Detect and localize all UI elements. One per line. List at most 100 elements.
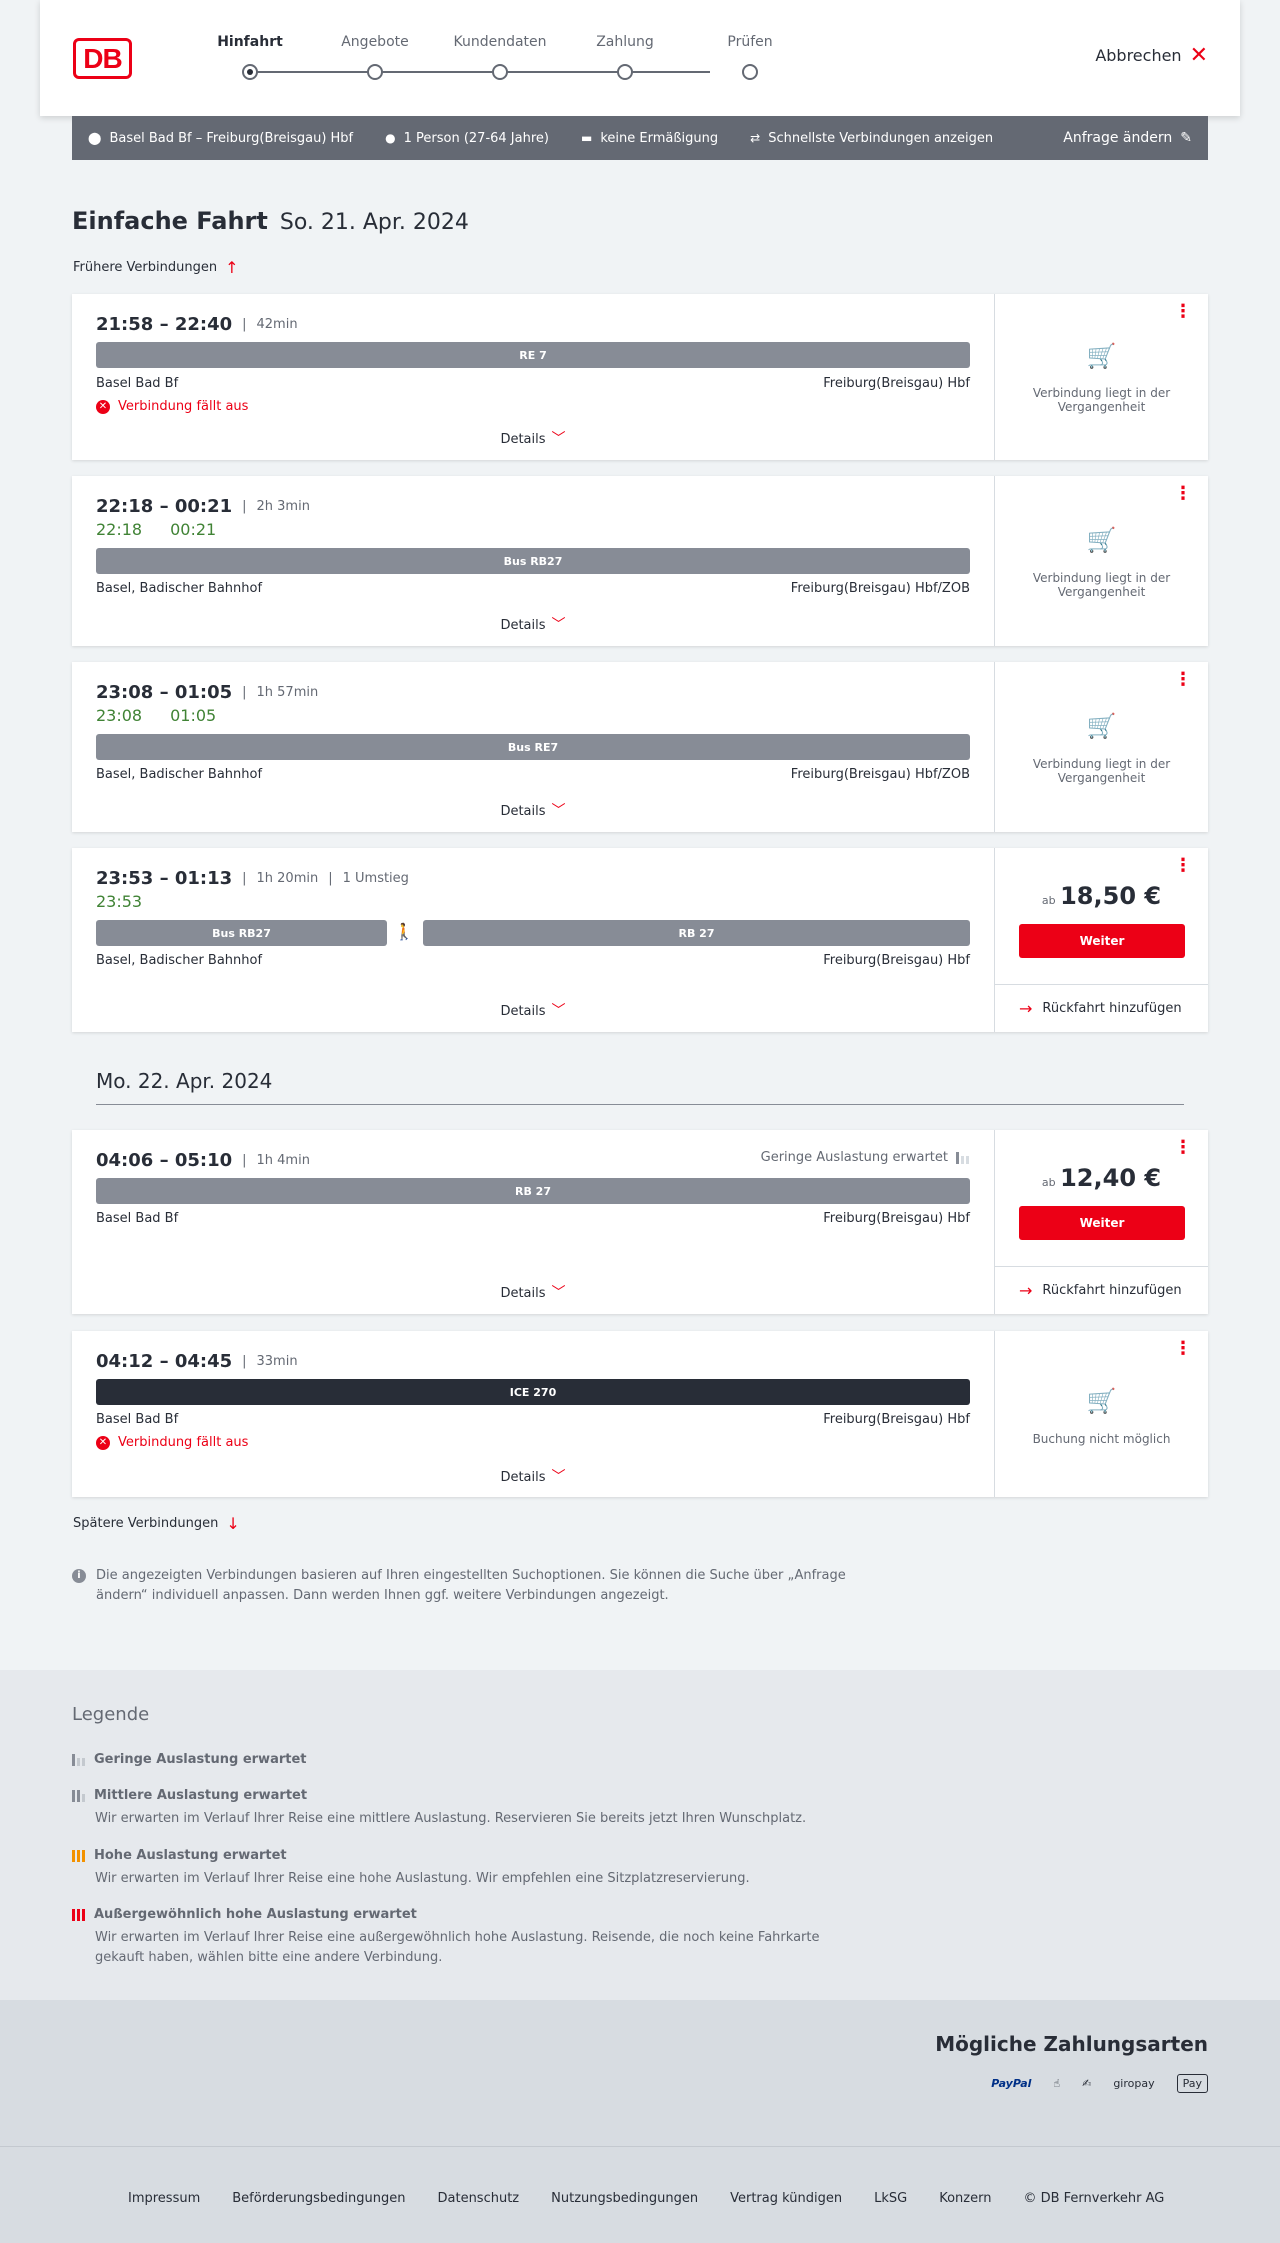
departure-station: Basel Bad Bf <box>96 1211 179 1226</box>
footer-link-konzern[interactable]: Konzern <box>939 2191 991 2206</box>
footer-link-impressum[interactable]: Impressum <box>128 2191 200 2206</box>
duration: 2h 3min <box>256 499 310 514</box>
walk-icon: 🚶 <box>394 922 414 941</box>
arrow-down-icon: ↓ <box>226 1514 240 1533</box>
time-range: 21:58 – 22:40 <box>96 314 233 335</box>
progress-stepper: Hinfahrt Angebote Kundendaten Zahlung Pr… <box>180 34 780 84</box>
apple-pay-label: Pay <box>1182 2077 1202 2090</box>
departure-station: Basel, Badischer Bahnhof <box>96 953 263 968</box>
legend-item-title: Mittlere Auslastung erwartet <box>94 1788 308 1803</box>
arrival-station: Freiburg(Breisgau) Hbf <box>823 1412 970 1427</box>
train-bar[interactable]: Bus RB27 <box>96 548 970 574</box>
train-bar[interactable]: Bus RE7 <box>96 734 970 760</box>
shopping-cart-disabled-icon: 🛒 <box>1086 712 1117 740</box>
details-toggle[interactable]: Details ﹀ <box>72 614 994 634</box>
separator: | <box>242 499 247 514</box>
arrival-station: Freiburg(Breisgau) Hbf <box>823 953 970 968</box>
sepa-direct-debit-icon: ✍ <box>1082 2077 1092 2090</box>
legend-item-title: Hohe Auslastung erwartet <box>94 1848 287 1863</box>
footer-link-nutzungsbedingungen[interactable]: Nutzungsbedingungen <box>551 2191 698 2206</box>
train-bar[interactable]: ICE 270 <box>96 1379 970 1405</box>
fastest-toggle[interactable]: ⇄ Schnellste Verbindungen anzeigen <box>750 131 993 146</box>
cancelled-notice: ✕ Verbindung fällt aus <box>96 1435 248 1450</box>
connection-card: 23:08 – 01:05 | 1h 57min 23:08 01:05 Bus RE… <box>72 662 1208 832</box>
connection-times: 23:08 – 01:05 | 1h 57min <box>96 682 318 703</box>
page: DB Hinfahrt Angebote Kundendaten Zahlung… <box>0 0 1280 2243</box>
cancel-circle-icon: ✕ <box>96 1435 110 1450</box>
time-range: 23:08 – 01:05 <box>96 682 233 703</box>
later-connections-link[interactable]: Spätere Verbindungen ↓ <box>73 1514 240 1533</box>
weiter-button[interactable]: Weiter <box>1019 924 1185 958</box>
more-options-icon[interactable]: ⋮ <box>1174 671 1192 689</box>
realtime-arrival: 00:21 <box>170 520 217 539</box>
arrival-station: Freiburg(Breisgau) Hbf/ZOB <box>790 767 970 782</box>
details-toggle[interactable]: Details ﹀ <box>72 1000 994 1020</box>
more-options-icon[interactable]: ⋮ <box>1174 303 1192 321</box>
trip-date: So. 21. Apr. 2024 <box>279 210 469 235</box>
arrival-station: Freiburg(Breisgau) Hbf <box>823 376 970 391</box>
more-options-icon[interactable]: ⋮ <box>1174 857 1192 875</box>
chevron-down-icon: ﹀ <box>551 617 566 633</box>
more-options-icon[interactable]: ⋮ <box>1174 1340 1192 1358</box>
shopping-cart-disabled-icon: 🛒 <box>1086 342 1117 370</box>
stations: Basel Bad Bf Freiburg(Breisgau) Hbf <box>96 1412 970 1427</box>
add-return-button[interactable]: → Rückfahrt hinzufügen <box>995 984 1208 1032</box>
info-icon: i <box>72 1569 86 1583</box>
realtime-arrival: 01:05 <box>170 706 217 725</box>
details-label: Details <box>500 1286 546 1301</box>
db-logo[interactable]: DB <box>73 38 132 79</box>
price-prefix: ab <box>1041 894 1056 907</box>
past-notice: Verbindung liegt in der Vergangenheit <box>1032 757 1171 785</box>
legend-item-very-high: Außergewöhnlich hohe Auslastung erwartet… <box>72 1907 855 1968</box>
details-toggle[interactable]: Details ﹀ <box>72 1466 994 1486</box>
realtime-departure: 22:18 <box>96 520 143 539</box>
details-toggle[interactable]: Details ﹀ <box>72 1282 994 1302</box>
train-bar[interactable]: RE 7 <box>96 342 970 368</box>
train-bar[interactable]: RB 27 <box>96 1178 970 1204</box>
stations: Basel, Badischer Bahnhof Freiburg(Breisga… <box>96 581 970 596</box>
connection-card: 23:53 – 01:13 | 1h 20min | 1 Umstieg 23:53 B… <box>72 848 1208 1032</box>
details-label: Details <box>500 1004 546 1019</box>
connection-times: 21:58 – 22:40 | 42min <box>96 314 298 335</box>
cancel-button[interactable]: Abbrechen ✕ <box>1095 44 1208 66</box>
occupancy-low-icon <box>956 1151 970 1164</box>
arrow-right-icon: → <box>1019 1281 1033 1300</box>
cancelled-text: Verbindung fällt aus <box>118 399 249 414</box>
step-label: Kundendaten <box>453 34 547 50</box>
page-title: Einfache Fahrt So. 21. Apr. 2024 <box>72 207 469 235</box>
change-request-button[interactable]: Anfrage ändern ✎ <box>1063 130 1192 146</box>
more-options-icon[interactable]: ⋮ <box>1174 1139 1192 1157</box>
details-toggle[interactable]: Details ﹀ <box>72 428 994 448</box>
legend-item-high: Hohe Auslastung erwartet Wir erwarten im… <box>72 1848 855 1889</box>
details-toggle[interactable]: Details ﹀ <box>72 800 994 820</box>
footer-link-lksg[interactable]: LkSG <box>874 2191 907 2206</box>
connection-info: 21:58 – 22:40 | 42min RE 7 Basel Bad Bf Fre… <box>72 294 994 460</box>
legend-item-desc: Wir erwarten im Verlauf Ihrer Reise eine… <box>95 1871 750 1886</box>
payment-icons: PayPal ☝ ✍ giropay Pay <box>991 2074 1208 2093</box>
footer-link-vertrag-kuendigen[interactable]: Vertrag kündigen <box>730 2191 842 2206</box>
earlier-connections-link[interactable]: Frühere Verbindungen ↑ <box>73 258 239 277</box>
step-dot <box>492 64 508 80</box>
details-label: Details <box>500 618 546 633</box>
train-bar[interactable]: RB 27 <box>423 920 970 946</box>
step-angebote: Angebote <box>305 34 445 80</box>
connection-times: 04:12 – 04:45 | 33min <box>96 1351 298 1372</box>
weiter-button[interactable]: Weiter <box>1019 1206 1185 1240</box>
paypal-icon: PayPal <box>991 2077 1032 2090</box>
train-bar[interactable]: Bus RB27 <box>96 920 387 946</box>
separator: | <box>242 685 247 700</box>
offer-panel: ⋮ ab 12,40 € Weiter → Rückfahrt hinzufüge… <box>994 1130 1208 1314</box>
offer-panel: ⋮ 🛒 Verbindung liegt in der Vergangenhei… <box>994 476 1208 646</box>
occupancy-high-icon <box>72 1849 86 1862</box>
info-notice: i Die angezeigten Verbindungen basieren … <box>72 1566 852 1606</box>
add-return-button[interactable]: → Rückfahrt hinzufügen <box>995 1266 1208 1314</box>
price-value: 18,50 € <box>1060 882 1162 910</box>
chevron-down-icon: ﹀ <box>551 1285 566 1301</box>
details-label: Details <box>500 432 546 447</box>
separator: | <box>242 317 247 332</box>
footer-link-befoerderungsbedingungen[interactable]: Beförderungsbedingungen <box>232 2191 405 2206</box>
connection-info: 04:12 – 04:45 | 33min ICE 270 Basel Bad Bf… <box>72 1331 994 1497</box>
more-options-icon[interactable]: ⋮ <box>1174 485 1192 503</box>
price: ab 18,50 € <box>995 882 1208 910</box>
footer-link-datenschutz[interactable]: Datenschutz <box>438 2191 520 2206</box>
